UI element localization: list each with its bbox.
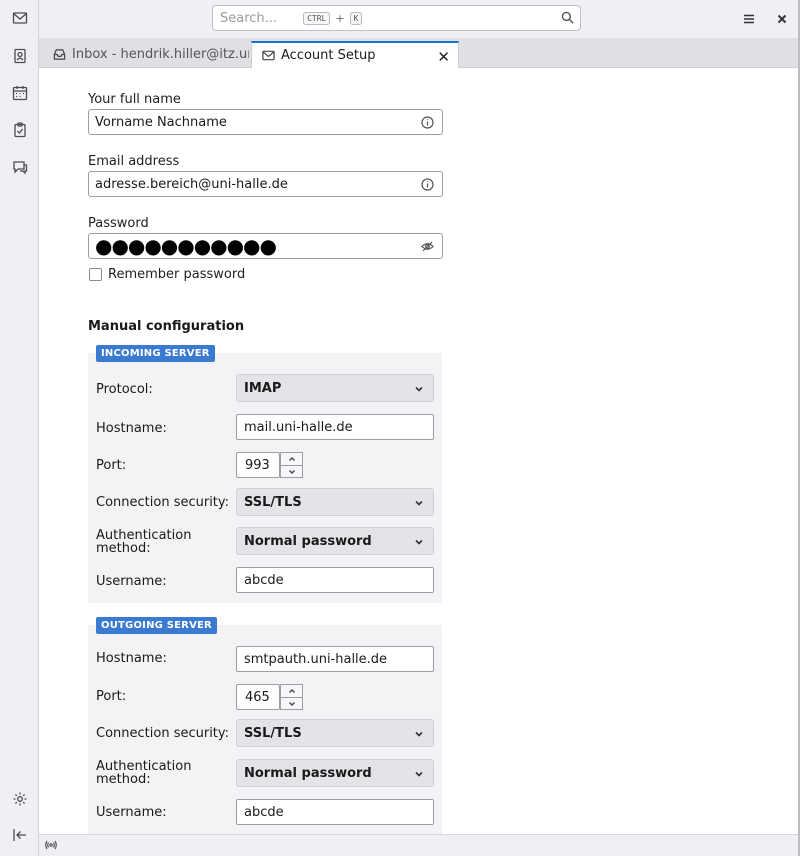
tab-account-setup-label: Account Setup: [281, 48, 376, 63]
chevron-down-icon[interactable]: [280, 465, 303, 478]
outgoing-hostname-value: smtpauth.uni-halle.de: [244, 651, 388, 667]
chevron-up-icon[interactable]: [280, 452, 303, 465]
chevron-down-icon: [414, 383, 424, 398]
outgoing-hostname-label: Hostname:: [96, 651, 167, 666]
outgoing-port-label: Port:: [96, 689, 127, 704]
email-value: adresse.bereich@uni-halle.de: [95, 176, 288, 192]
chevron-down-icon: [414, 728, 424, 743]
chevron-down-icon: [414, 536, 424, 551]
outgoing-username-input[interactable]: abcde: [236, 799, 434, 825]
inbox-icon: [53, 49, 66, 60]
manual-config-title: Manual configuration: [88, 319, 245, 334]
incoming-username-input[interactable]: abcde: [236, 567, 434, 593]
chevron-down-icon: [414, 768, 424, 783]
collapse-icon[interactable]: [9, 824, 31, 846]
incoming-port-stepper[interactable]: [280, 452, 303, 478]
chat-icon[interactable]: [9, 156, 31, 178]
incoming-security-select[interactable]: SSL/TLS: [236, 488, 434, 516]
status-bar: [39, 834, 800, 856]
settings-icon[interactable]: [9, 788, 31, 810]
incoming-hostname-input[interactable]: mail.uni-halle.de: [236, 414, 434, 440]
incoming-auth-label-line2: method:: [96, 541, 151, 556]
protocol-value: IMAP: [244, 380, 282, 396]
shortcut-key-k: K: [349, 11, 363, 25]
outgoing-server-section: OUTGOING SERVER Hostname: smtpauth.uni-h…: [88, 617, 442, 834]
incoming-server-section: INCOMING SERVER Protocol: IMAP Hostname:…: [88, 345, 442, 603]
outgoing-security-select[interactable]: SSL/TLS: [236, 719, 434, 747]
incoming-port-input[interactable]: 993: [236, 452, 280, 478]
fullname-field[interactable]: Vorname Nachname: [88, 109, 443, 135]
fullname-value: Vorname Nachname: [95, 114, 227, 130]
protocol-label: Protocol:: [96, 382, 153, 397]
outgoing-hostname-input[interactable]: smtpauth.uni-halle.de: [236, 646, 434, 672]
address-book-icon[interactable]: [9, 45, 31, 67]
chevron-down-icon[interactable]: [280, 697, 303, 710]
outgoing-port-input[interactable]: 465: [236, 684, 280, 710]
incoming-auth-value: Normal password: [244, 533, 372, 549]
incoming-auth-select[interactable]: Normal password: [236, 527, 434, 555]
unified-toolbar: Search... CTRL + K: [39, 0, 800, 38]
outgoing-server-badge: OUTGOING SERVER: [96, 617, 217, 634]
spaces-toolbar: [0, 0, 39, 856]
email-field[interactable]: adresse.bereich@uni-halle.de: [88, 171, 443, 197]
close-tab-button[interactable]: ✕: [437, 48, 450, 66]
calendar-icon[interactable]: [9, 82, 31, 104]
outgoing-auth-select[interactable]: Normal password: [236, 759, 434, 787]
outgoing-port-value: 465: [245, 689, 270, 705]
incoming-port-label: Port:: [96, 458, 127, 473]
incoming-port-value: 993: [245, 457, 270, 473]
outgoing-port-stepper[interactable]: [280, 684, 303, 710]
close-window-button[interactable]: [772, 9, 792, 29]
outgoing-auth-value: Normal password: [244, 765, 372, 781]
protocol-select[interactable]: IMAP: [236, 374, 434, 402]
tasks-icon[interactable]: [9, 119, 31, 141]
password-value: ●●●●●●●●●●●: [95, 234, 277, 258]
account-setup-page: Your full name Vorname Nachname Email ad…: [39, 68, 800, 834]
tab-inbox-label: Inbox - hendrik.hiller@itz.uni-h: [72, 47, 249, 62]
mail-icon: [262, 50, 275, 61]
incoming-username-value: abcde: [244, 572, 284, 588]
outgoing-username-label: Username:: [96, 805, 167, 820]
incoming-security-value: SSL/TLS: [244, 494, 302, 510]
menu-button[interactable]: [739, 9, 759, 29]
tab-inbox[interactable]: Inbox - hendrik.hiller@itz.uni-h: [43, 41, 249, 68]
tab-account-setup[interactable]: Account Setup ✕: [251, 41, 459, 68]
mail-icon[interactable]: [9, 7, 31, 29]
search-placeholder: Search...: [220, 10, 278, 26]
online-status-icon[interactable]: [45, 839, 57, 855]
tab-strip: Inbox - hendrik.hiller@itz.uni-h Account…: [39, 38, 800, 68]
info-icon[interactable]: [421, 178, 434, 195]
shortcut-key-ctrl: CTRL: [303, 11, 331, 25]
incoming-server-badge: INCOMING SERVER: [96, 345, 215, 362]
outgoing-security-label: Connection security:: [96, 726, 230, 741]
password-label: Password: [88, 216, 149, 231]
chevron-up-icon[interactable]: [280, 684, 303, 697]
info-icon[interactable]: [421, 116, 434, 133]
incoming-username-label: Username:: [96, 574, 167, 589]
remember-password-checkbox[interactable]: [89, 268, 102, 281]
incoming-security-label: Connection security:: [96, 495, 230, 510]
outgoing-security-value: SSL/TLS: [244, 725, 302, 741]
shortcut-plus: +: [335, 11, 345, 25]
remember-password-label: Remember password: [108, 267, 246, 282]
password-field[interactable]: ●●●●●●●●●●●: [88, 233, 443, 259]
chevron-down-icon: [414, 497, 424, 512]
outgoing-auth-label-line2: method:: [96, 772, 151, 787]
email-label: Email address: [88, 154, 180, 169]
incoming-hostname-label: Hostname:: [96, 421, 167, 436]
fullname-label: Your full name: [88, 92, 181, 107]
outgoing-username-value: abcde: [244, 804, 284, 820]
eye-slash-icon[interactable]: [421, 240, 434, 257]
search-icon: [561, 11, 574, 28]
incoming-hostname-value: mail.uni-halle.de: [244, 419, 353, 435]
search-input[interactable]: Search... CTRL + K: [212, 5, 581, 31]
